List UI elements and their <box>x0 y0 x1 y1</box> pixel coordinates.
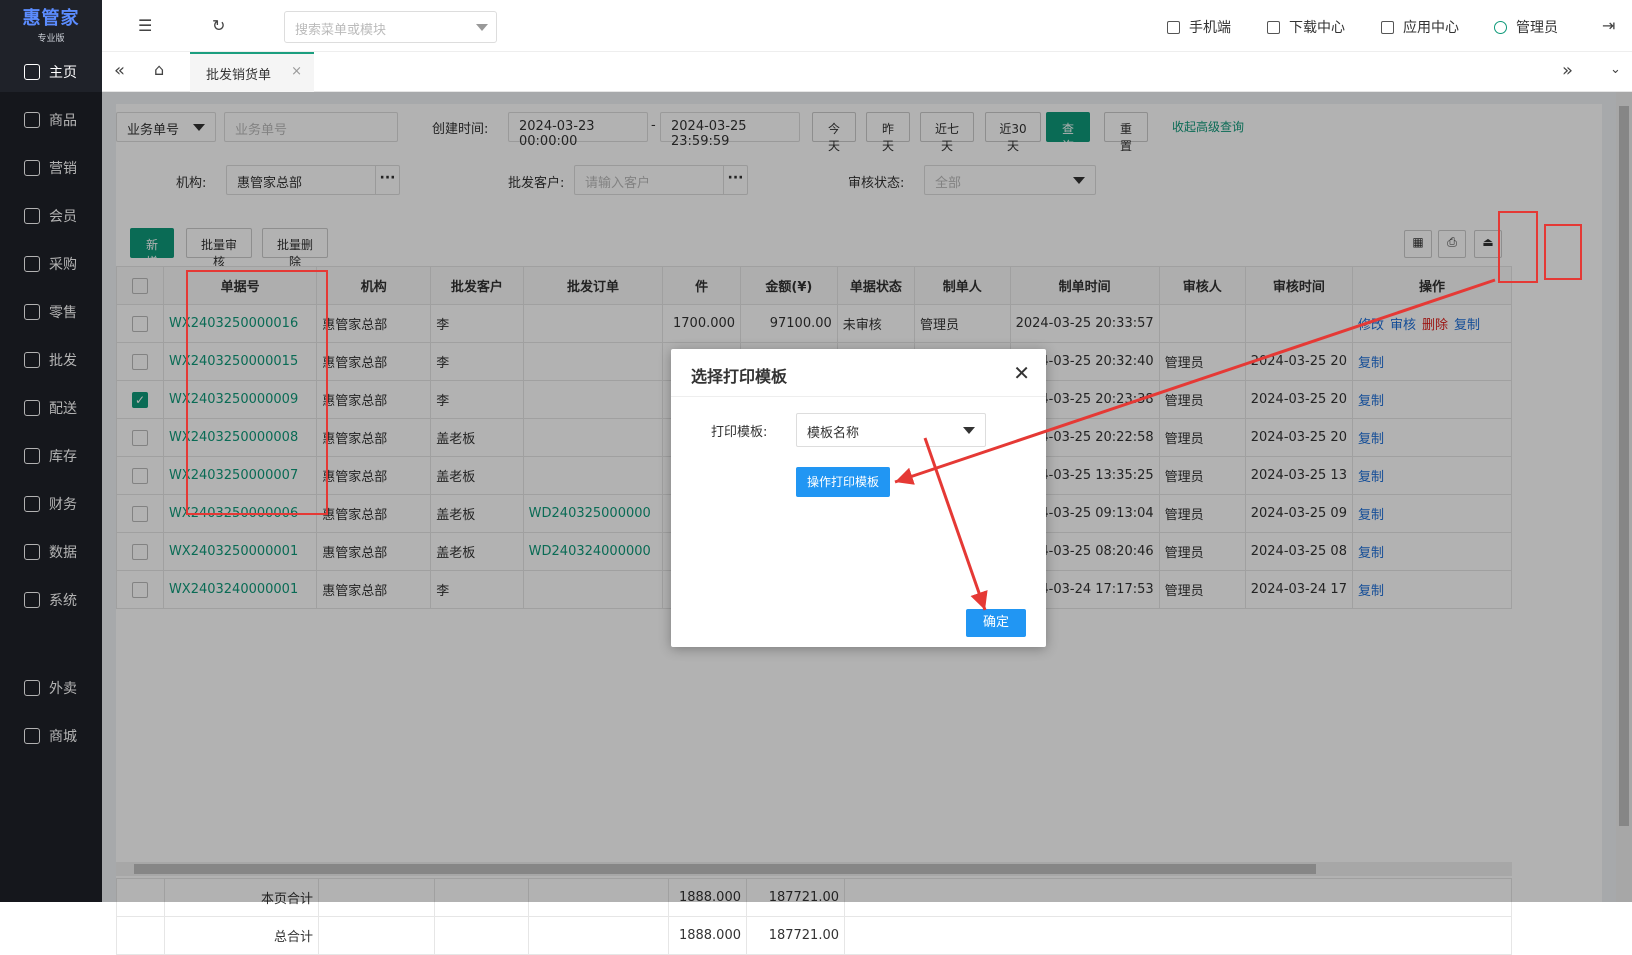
annotation-arrows <box>894 278 1496 611</box>
grand-total-row: 总合计 1888.000 187721.00 <box>116 916 1512 955</box>
grand-total-label: 总合计 <box>164 916 319 955</box>
annotation-arrow-to-confirm <box>923 437 988 611</box>
grand-total-qty: 1888.000 <box>668 916 747 955</box>
annotation-arrow-to-button <box>894 278 1496 485</box>
grand-total-amount: 187721.00 <box>746 916 845 955</box>
